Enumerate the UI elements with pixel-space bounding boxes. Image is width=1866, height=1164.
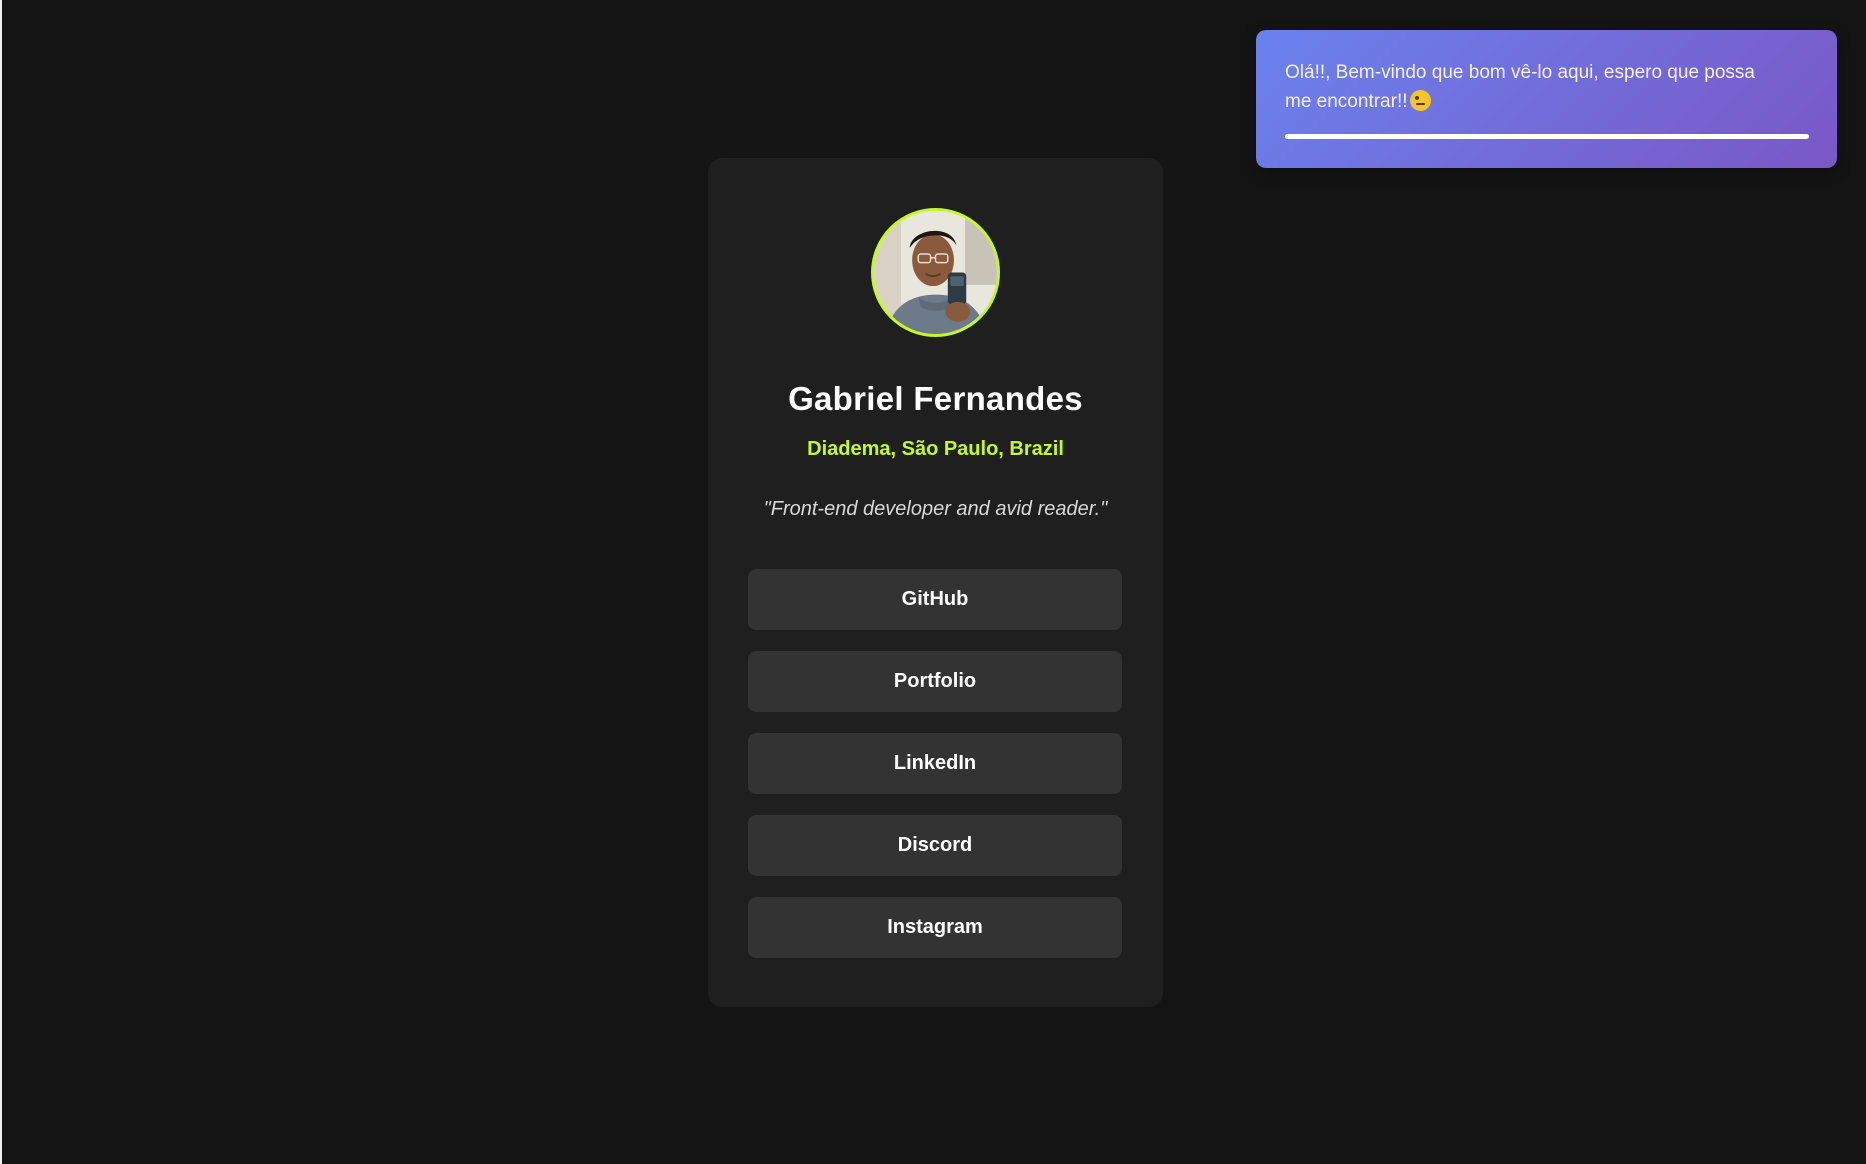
welcome-toast[interactable]: Olá!!, Bem-vindo que bom vê-lo aqui, esp… — [1256, 30, 1837, 168]
profile-bio: "Front-end developer and avid reader." — [763, 498, 1108, 520]
toast-progress-fill — [1285, 134, 1809, 139]
links-list: GitHub Portfolio LinkedIn Discord Instag… — [748, 569, 1122, 979]
winking-face-icon — [1409, 90, 1431, 111]
profile-name: Gabriel Fernandes — [788, 380, 1083, 417]
instagram-link-button[interactable]: Instagram — [748, 897, 1122, 958]
toast-message: Olá!!, Bem-vindo que bom vê-lo aqui, esp… — [1285, 62, 1755, 112]
avatar — [871, 208, 1000, 337]
avatar-photo — [874, 211, 997, 334]
profile-card: Gabriel Fernandes Diadema, São Paulo, Br… — [708, 158, 1163, 1007]
toast-message-text: Olá!!, Bem-vindo que bom vê-lo aqui, esp… — [1285, 58, 1785, 116]
discord-link-button[interactable]: Discord — [748, 815, 1122, 876]
toast-progress-bar — [1285, 134, 1809, 139]
portfolio-link-button[interactable]: Portfolio — [748, 651, 1122, 712]
profile-location: Diadema, São Paulo, Brazil — [807, 438, 1064, 460]
linkedin-link-button[interactable]: LinkedIn — [748, 733, 1122, 794]
github-link-button[interactable]: GitHub — [748, 569, 1122, 630]
page: Olá!!, Bem-vindo que bom vê-lo aqui, esp… — [0, 0, 1866, 1164]
